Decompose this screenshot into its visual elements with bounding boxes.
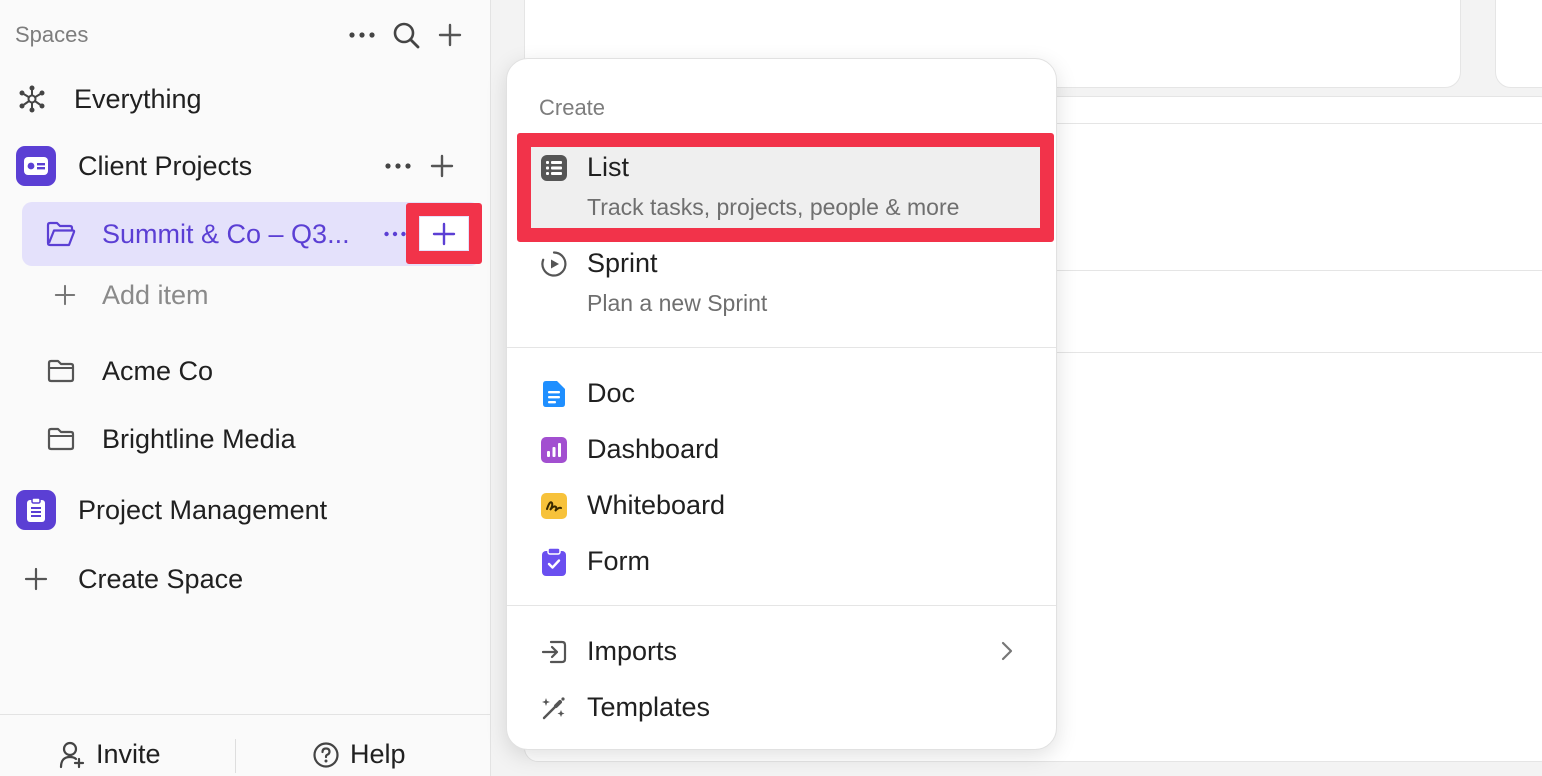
menu-item-description: Track tasks, projects, people & more — [587, 194, 960, 220]
dashboard-icon — [539, 435, 569, 465]
background-divider — [1056, 270, 1542, 271]
menu-item-sprint[interactable]: Sprint — [539, 248, 658, 279]
sidebar-item-label: Everything — [74, 83, 202, 114]
create-space-label: Create Space — [78, 563, 244, 594]
menu-item-label: Whiteboard — [587, 490, 726, 520]
plus-icon[interactable] — [428, 152, 456, 180]
imports-icon — [539, 637, 569, 667]
sidebar-item-project-management[interactable]: Project Management — [16, 490, 327, 530]
menu-divider — [507, 605, 1056, 606]
search-icon[interactable] — [391, 20, 421, 50]
sidebar-item-label: Client Projects — [78, 150, 253, 181]
help-label: Help — [350, 739, 406, 769]
list-icon — [539, 153, 569, 183]
spaces-header: Spaces — [15, 20, 465, 50]
menu-item-dashboard[interactable]: Dashboard — [539, 434, 719, 465]
client-projects-actions — [384, 152, 456, 180]
plus-icon — [22, 565, 50, 593]
menu-item-label: Templates — [587, 692, 711, 722]
menu-divider — [507, 347, 1056, 348]
more-icon[interactable] — [384, 221, 406, 247]
more-icon[interactable] — [384, 152, 412, 180]
plus-icon[interactable] — [435, 20, 465, 50]
clipboard-space-icon — [16, 490, 56, 530]
sidebar-item-summit[interactable]: Summit & Co – Q3... — [46, 214, 350, 254]
sidebar-item-label: Acme Co — [102, 355, 214, 386]
plus-icon — [432, 222, 456, 246]
templates-icon — [539, 693, 569, 723]
add-item-label: Add item — [102, 279, 209, 310]
sidebar-item-client-projects[interactable]: Client Projects — [16, 146, 252, 186]
menu-item-label: Dashboard — [587, 434, 720, 464]
invite-icon — [58, 740, 86, 770]
sprint-icon — [539, 249, 569, 279]
sidebar-item-label: Brightline Media — [102, 423, 296, 454]
folder-icon — [46, 356, 76, 386]
more-icon[interactable] — [347, 20, 377, 50]
help-button[interactable]: Help — [312, 739, 406, 770]
add-to-folder-button[interactable] — [420, 217, 468, 250]
everything-icon — [17, 84, 47, 114]
menu-item-label: Form — [587, 546, 650, 576]
menu-item-form[interactable]: Form — [539, 546, 650, 577]
sidebar-item-label: Summit & Co – Q3... — [102, 218, 350, 249]
menu-item-imports[interactable]: Imports — [539, 636, 677, 667]
menu-item-label: Sprint — [587, 248, 658, 278]
menu-item-whiteboard[interactable]: Whiteboard — [539, 490, 725, 521]
create-menu: Create List Track tasks, projects, peopl… — [506, 58, 1057, 750]
menu-title: Create — [539, 95, 606, 120]
menu-item-templates[interactable]: Templates — [539, 692, 710, 723]
menu-item-label: Doc — [587, 378, 636, 408]
background-card — [1495, 0, 1542, 88]
add-item-button[interactable]: Add item — [52, 277, 209, 313]
help-icon — [312, 741, 340, 769]
doc-icon — [539, 379, 569, 409]
invite-label: Invite — [96, 739, 161, 769]
sidebar-item-acme[interactable]: Acme Co — [46, 352, 213, 390]
folder-icon — [46, 424, 76, 454]
folder-open-icon — [46, 219, 76, 249]
form-icon — [539, 547, 569, 577]
invite-button[interactable]: Invite — [58, 739, 161, 770]
menu-item-description: Plan a new Sprint — [587, 290, 768, 316]
plus-icon — [52, 282, 78, 308]
background-divider — [1056, 123, 1542, 124]
space-icon — [16, 146, 56, 186]
sidebar-item-everything[interactable]: Everything — [17, 80, 202, 118]
menu-item-doc[interactable]: Doc — [539, 378, 635, 409]
menu-item-label: Imports — [587, 636, 678, 666]
sidebar-item-label: Project Management — [78, 494, 328, 525]
create-space-button[interactable]: Create Space — [22, 560, 243, 598]
list-menu-item-highlight — [517, 133, 1054, 242]
menu-item-list[interactable]: List — [539, 152, 629, 183]
sidebar-item-brightline[interactable]: Brightline Media — [46, 420, 296, 458]
footer-divider — [235, 739, 236, 773]
sidebar: Spaces Everything Client Projects Summit… — [0, 0, 491, 776]
background-divider — [1056, 352, 1542, 353]
chevron-right-icon — [997, 639, 1017, 668]
sidebar-footer: Invite Help — [0, 714, 491, 776]
menu-item-label: List — [587, 152, 630, 182]
whiteboard-icon — [539, 491, 569, 521]
spaces-title: Spaces — [15, 22, 89, 47]
